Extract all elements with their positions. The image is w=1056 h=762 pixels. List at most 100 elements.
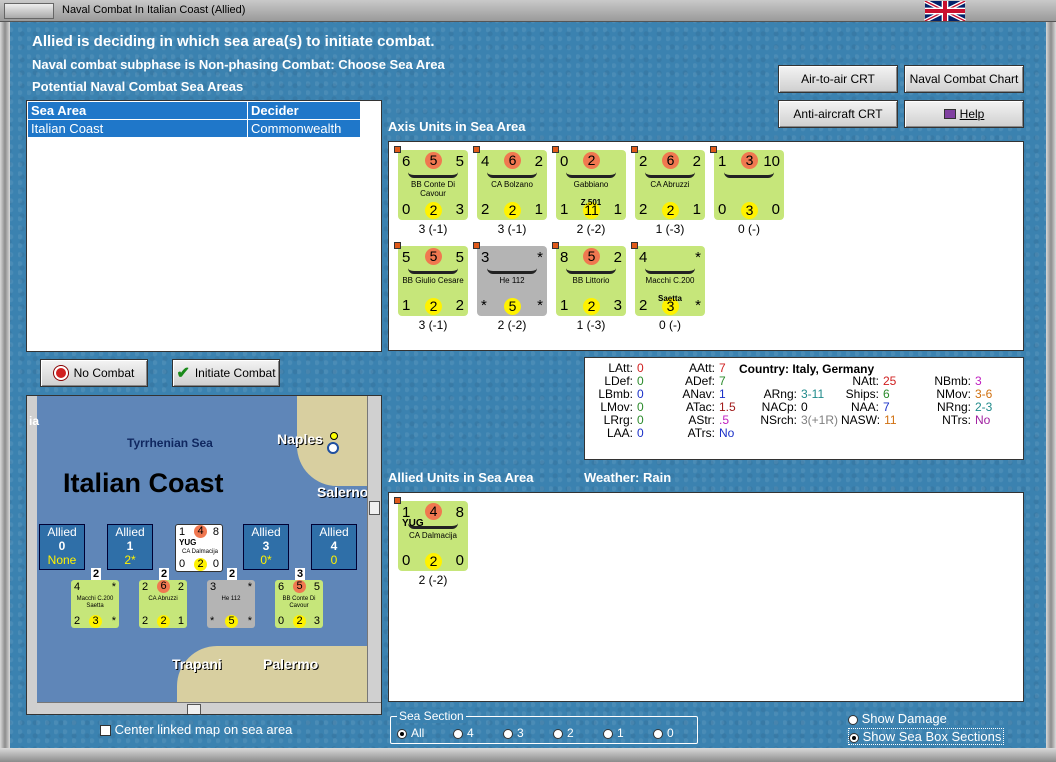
unit-counter[interactable]: 3 * * * 5 He 112 2 (-2) bbox=[472, 242, 552, 332]
counter-face[interactable]: 4 2 2 1 6 2 CA Bolzano bbox=[473, 146, 547, 220]
counter-value-tr: 2 bbox=[534, 153, 543, 170]
unit-name: CA Bolzano bbox=[491, 180, 533, 189]
unit-counter[interactable]: 4 * 2 * 3 Macchi C.200 Saetta 0 (-) bbox=[630, 242, 710, 332]
sea-section-option[interactable]: 3 bbox=[503, 726, 553, 740]
map-horizontal-scrollbar[interactable] bbox=[37, 702, 381, 714]
sea-section-radio[interactable] bbox=[553, 728, 563, 739]
sea-section-option[interactable]: 0 bbox=[653, 726, 703, 740]
sea-box-section[interactable]: Allied 0 None bbox=[39, 524, 85, 570]
counter-face[interactable]: 1 8 0 0 4 2 YUG CA Dalmacija bbox=[394, 497, 468, 571]
linked-map[interactable]: ia Tyrrhenian Sea Italian Coast Naples S… bbox=[26, 395, 382, 715]
counter-face[interactable]: 6 5 0 3 5 2 BB Conte Di Cavour bbox=[394, 146, 468, 220]
counter-value-tl: 4 bbox=[481, 153, 490, 170]
stat-value: 0 bbox=[637, 413, 644, 427]
sea-box-number: 1 bbox=[126, 539, 134, 553]
counter-value-tl: 2 bbox=[639, 153, 648, 170]
show-damage-option[interactable]: Show Damage bbox=[848, 711, 947, 726]
stat-value: 2-3 bbox=[975, 400, 993, 414]
map-vscroll-thumb[interactable] bbox=[369, 501, 380, 515]
status-line-2: Naval combat subphase is Non-phasing Com… bbox=[32, 57, 445, 72]
map-unit-counter[interactable]: 2 2 2 2 1 6 2 CA Abruzzi bbox=[139, 568, 187, 628]
counter-value-tr: 8 bbox=[212, 526, 219, 538]
counter-face[interactable]: 0 1 1 2 11 Gabbiano Z.501 bbox=[552, 146, 626, 220]
show-damage-radio[interactable] bbox=[848, 714, 858, 725]
system-menu-button[interactable] bbox=[4, 3, 54, 19]
unit-counter[interactable]: 1 8 0 0 4 2 YUG CA Dalmacija 2 (-2) bbox=[393, 497, 473, 587]
unit-counter[interactable]: 0 1 1 2 11 Gabbiano Z.501 2 (-2) bbox=[551, 146, 631, 236]
counter-face[interactable]: 3 * * * 5 He 112 bbox=[473, 242, 547, 316]
map-hscroll-thumb[interactable] bbox=[187, 704, 201, 714]
no-combat-button[interactable]: No Combat bbox=[40, 359, 148, 387]
map-vertical-scrollbar[interactable] bbox=[367, 396, 381, 702]
counter-face[interactable]: 5 5 1 2 5 2 BB Giulio Cesare bbox=[394, 242, 468, 316]
unit-flag-icon bbox=[710, 146, 717, 153]
table-row[interactable]: Italian Coast Commonwealth bbox=[27, 119, 361, 138]
counter-value-bl: 2 bbox=[639, 201, 648, 218]
sea-section-radio[interactable] bbox=[503, 728, 513, 739]
counter-face[interactable]: 2 2 2 1 6 2 CA Abruzzi bbox=[631, 146, 705, 220]
sea-section-option[interactable]: 4 bbox=[453, 726, 503, 740]
sea-area-cell[interactable]: Italian Coast bbox=[27, 119, 248, 138]
counter-face[interactable]: 8 2 1 3 5 2 BB Littorio bbox=[552, 242, 626, 316]
no-entry-icon bbox=[53, 366, 68, 380]
center-map-checkbox[interactable] bbox=[100, 725, 111, 737]
sea-box-section[interactable]: Allied 3 0* bbox=[243, 524, 289, 570]
map-unit-counter[interactable]: 2 3 * * * 5 He 112 bbox=[207, 568, 255, 628]
counter-face[interactable]: 1 10 0 0 3 3 bbox=[710, 146, 784, 220]
show-sea-box-sections-option[interactable]: Show Sea Box Sections bbox=[848, 728, 1005, 745]
window-frame-right bbox=[1046, 22, 1056, 762]
anti-aircraft-crt-button[interactable]: Anti-aircraft CRT bbox=[778, 100, 898, 128]
sea-area-title: Italian Coast bbox=[63, 468, 224, 498]
unit-counter[interactable]: 6 5 0 3 5 2 BB Conte Di Cavour 3 (-1) bbox=[393, 146, 473, 236]
decider-cell[interactable]: Commonwealth bbox=[247, 119, 361, 138]
defense-value: 3 bbox=[741, 202, 758, 219]
center-map-option[interactable]: Center linked map on sea area bbox=[100, 722, 292, 737]
unit-counter[interactable]: 5 5 1 2 5 2 BB Giulio Cesare 3 (-1) bbox=[393, 242, 473, 332]
naval-combat-chart-button[interactable]: Naval Combat Chart bbox=[904, 65, 1024, 93]
sea-box-section[interactable]: Allied 1 2* bbox=[107, 524, 153, 570]
map-unit-counter[interactable]: 3 6 5 0 3 5 2 BB Conte Di Cavour bbox=[275, 568, 323, 628]
sea-section-option[interactable]: 1 bbox=[603, 726, 653, 740]
map-unit-counter[interactable]: 2 4 * 2 * 3 Macchi C.200 Saetta bbox=[71, 568, 119, 628]
initiate-combat-button[interactable]: ✔ Initiate Combat bbox=[172, 359, 280, 387]
sea-box-count: None bbox=[47, 553, 77, 567]
weather-value: Rain bbox=[643, 470, 672, 485]
counter-value-tr: * bbox=[695, 249, 701, 266]
unit-counter[interactable]: 4 2 2 1 6 2 CA Bolzano 3 (-1) bbox=[472, 146, 552, 236]
unit-counter[interactable]: 8 2 1 3 5 2 BB Littorio 1 (-3) bbox=[551, 242, 631, 332]
counter-value-tr: 2 bbox=[613, 249, 622, 266]
stat-value: 7 bbox=[883, 400, 890, 414]
sea-section-radio[interactable] bbox=[397, 728, 407, 739]
unit-flag-icon bbox=[394, 242, 401, 249]
counter-value-tl: 2 bbox=[142, 581, 149, 593]
unit-status: 1 (-3) bbox=[576, 318, 606, 332]
sea-section-radio[interactable] bbox=[453, 728, 463, 739]
unit-status: 2 (-2) bbox=[418, 573, 448, 587]
map-allied-counter[interactable]: 1 8 0 0 4 2 YUG CA Dalmacija bbox=[175, 524, 223, 572]
sea-section-option[interactable]: All bbox=[397, 726, 453, 740]
unit-subname: Z.501 bbox=[580, 198, 602, 207]
sea-box-number: 4 bbox=[330, 539, 338, 553]
counter-value-tl: 8 bbox=[560, 249, 569, 266]
counter-value-tl: 5 bbox=[402, 249, 411, 266]
city-salerno: Salerno bbox=[317, 484, 369, 500]
sea-area-table: Sea Area Decider Italian Coast Commonwea… bbox=[26, 100, 382, 352]
help-button[interactable]: Help bbox=[904, 100, 1024, 128]
nation-label: YUG bbox=[402, 518, 424, 529]
sea-box-section[interactable]: Allied 4 0 bbox=[311, 524, 357, 570]
unit-counter[interactable]: 1 10 0 0 3 3 0 (-) bbox=[709, 146, 789, 236]
air-to-air-crt-button[interactable]: Air-to-air CRT bbox=[778, 65, 898, 93]
sea-section-radio[interactable] bbox=[603, 728, 613, 739]
show-sections-radio[interactable] bbox=[849, 732, 859, 743]
counter-value-tr: 2 bbox=[692, 153, 701, 170]
axis-units-heading: Axis Units in Sea Area bbox=[388, 119, 526, 134]
counter-value-br: 0 bbox=[212, 558, 219, 570]
unit-counter[interactable]: 2 2 2 1 6 2 CA Abruzzi 1 (-3) bbox=[630, 146, 710, 236]
center-map-label: Center linked map on sea area bbox=[114, 722, 293, 737]
sea-section-option-label: All bbox=[411, 726, 425, 740]
counter-value-br: 3 bbox=[613, 297, 622, 314]
unit-name: BB Giulio Cesare bbox=[402, 276, 464, 285]
sea-section-option[interactable]: 2 bbox=[553, 726, 603, 740]
sea-section-radio[interactable] bbox=[653, 728, 663, 739]
counter-face[interactable]: 4 * 2 * 3 Macchi C.200 Saetta bbox=[631, 242, 705, 316]
